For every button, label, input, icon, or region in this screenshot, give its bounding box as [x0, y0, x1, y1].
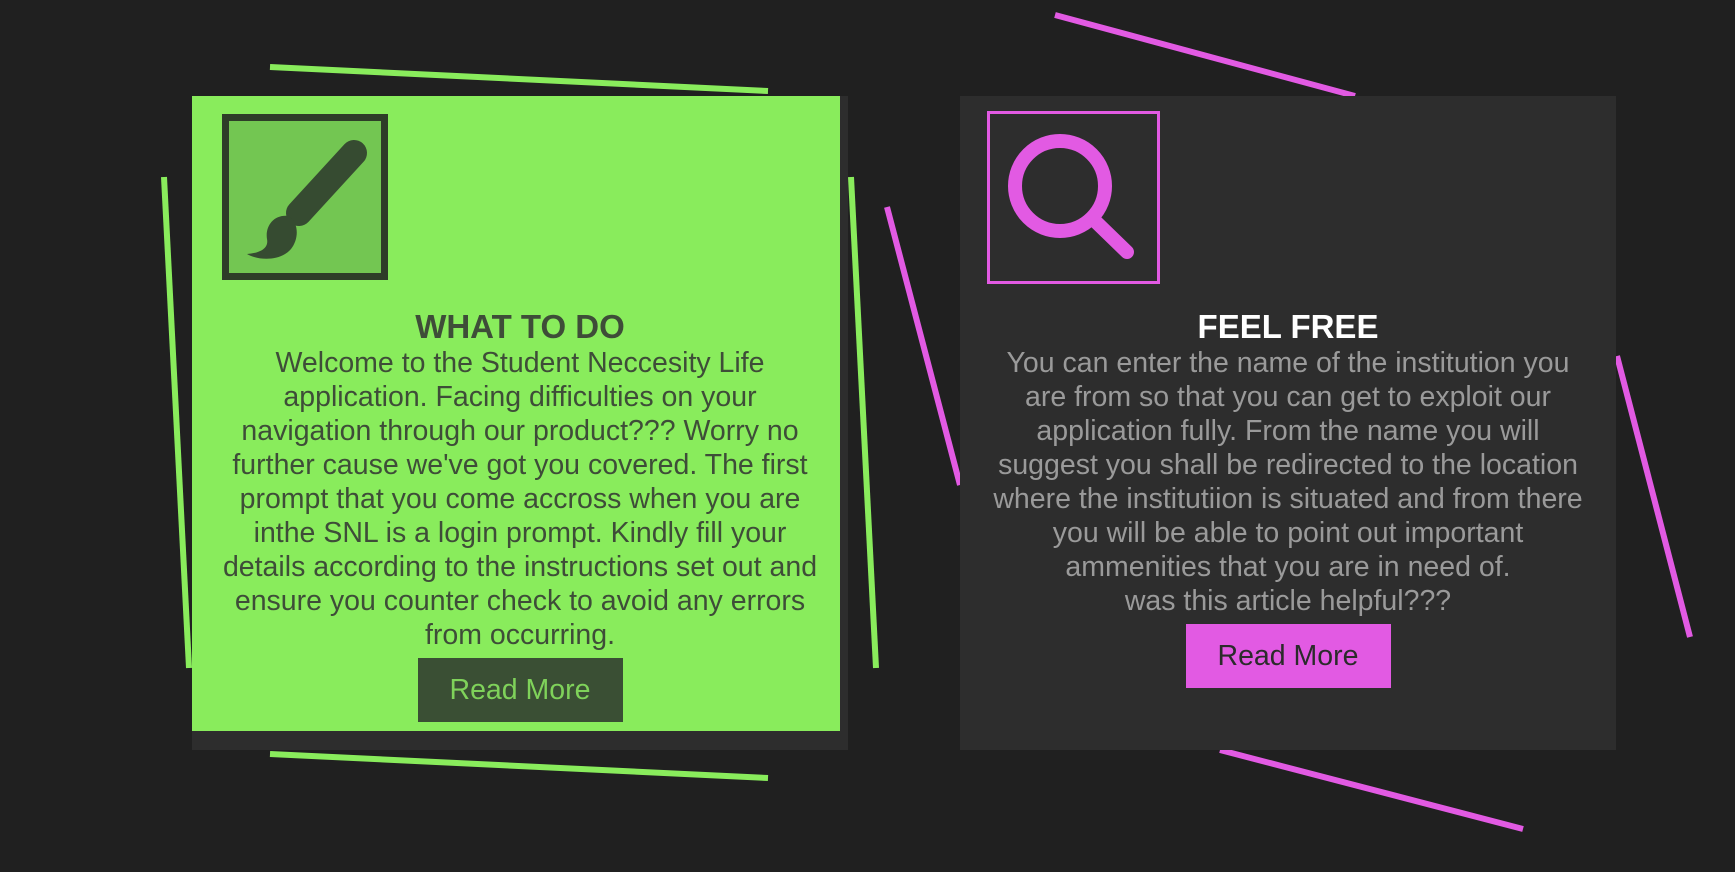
magenta-line-left	[884, 206, 963, 486]
card-title: FEEL FREE	[1197, 308, 1379, 345]
magenta-line-top	[1054, 12, 1356, 99]
magenta-line-right	[1614, 355, 1693, 638]
card-feel-free: FEEL FREE You can enter the name of the …	[960, 96, 1616, 750]
card-content: WHAT TO DO Welcome to the Student Necces…	[192, 308, 848, 722]
read-more-button[interactable]: Read More	[417, 658, 623, 722]
search-icon	[1008, 134, 1134, 259]
card-title: WHAT TO DO	[415, 308, 625, 345]
green-line-bottom	[269, 751, 769, 781]
card-body: Welcome to the Student Neccesity Life ap…	[220, 346, 820, 652]
paintbrush-icon	[247, 140, 367, 259]
green-line-right	[848, 176, 879, 669]
card-body-text: You can enter the name of the institutio…	[993, 347, 1583, 583]
green-line-top	[269, 64, 769, 94]
paintbrush-icon-box	[222, 114, 388, 280]
search-icon-box	[987, 111, 1160, 284]
read-more-button[interactable]: Read More	[1185, 624, 1391, 688]
card-what-to-do: WHAT TO DO Welcome to the Student Necces…	[192, 96, 848, 750]
page: WHAT TO DO Welcome to the Student Necces…	[0, 0, 1735, 872]
helpful-question: was this article helpful???	[1124, 585, 1452, 617]
card-body: You can enter the name of the institutio…	[988, 346, 1588, 618]
green-line-left	[161, 176, 192, 669]
card-body-text: Welcome to the Student Neccesity Life ap…	[222, 347, 818, 651]
magenta-line-bottom	[1219, 747, 1524, 832]
card-content: FEEL FREE You can enter the name of the …	[960, 308, 1616, 688]
